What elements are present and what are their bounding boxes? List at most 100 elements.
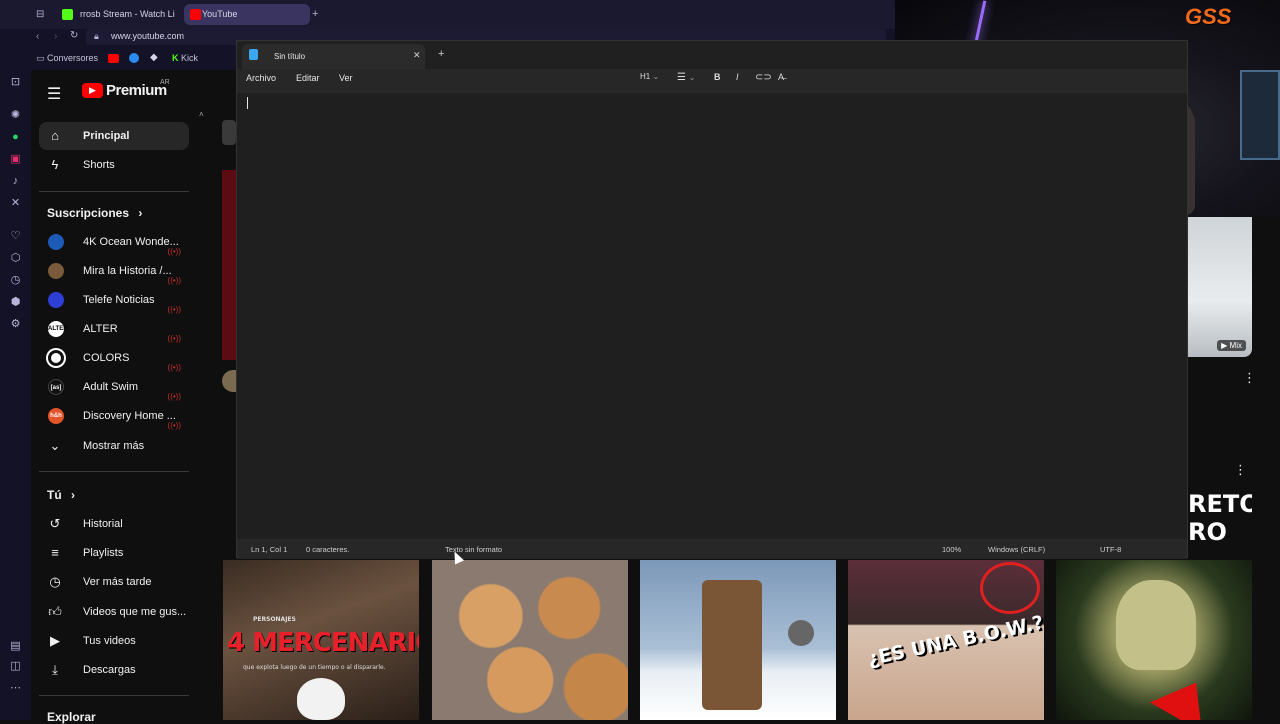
divider — [39, 471, 189, 472]
notepad-tab[interactable]: Sin título ✕ — [242, 44, 425, 69]
video-icon: ▶ — [50, 633, 60, 648]
forward-icon[interactable]: › — [54, 31, 57, 42]
youtube-logo-icon[interactable]: ▶ — [82, 83, 103, 98]
video-thumbnail[interactable] — [1056, 560, 1252, 720]
arrow-icon — [1150, 667, 1222, 720]
subscription-item[interactable]: ALTER ALTER ((•)) — [39, 315, 189, 343]
notepad-window: Sin título ✕ + Archivo Editar Ver H1 ⌄ ☰… — [236, 40, 1188, 559]
more-icon[interactable]: ⋯ — [9, 682, 22, 695]
italic-icon[interactable]: I — [736, 72, 739, 82]
youtube-premium-logo[interactable]: Premium — [106, 82, 167, 99]
menu-ver[interactable]: Ver — [339, 73, 353, 83]
region-code: AR — [160, 79, 170, 86]
divider — [39, 695, 189, 696]
show-more-button[interactable]: ⌄ Mostrar más — [39, 432, 189, 460]
reload-icon[interactable]: ↻ — [70, 30, 78, 41]
subscription-item[interactable]: Telefe Noticias ((•)) — [39, 286, 189, 314]
nav-liked-videos[interactable]: 👍︎ Videos que me gus... — [39, 598, 189, 626]
github-bookmark-icon[interactable]: ◆ — [150, 52, 158, 63]
you-header[interactable]: Tú › — [47, 488, 75, 502]
home-icon: ⌂ — [51, 128, 59, 143]
kick-favicon-icon — [62, 9, 73, 20]
skull-icon — [1116, 580, 1196, 670]
tab-youtube[interactable]: YouTube — [184, 4, 310, 25]
hamburger-menu-icon[interactable]: ☰ — [47, 84, 61, 104]
subscription-item[interactable]: Mira la Historia /... ((•)) — [39, 257, 189, 285]
tab-kick-stream[interactable]: rrosb Stream - Watch Li — [54, 4, 180, 25]
bookmark-kick[interactable]: K Kick — [172, 53, 198, 63]
status-line-ending[interactable]: Windows (CRLF) — [988, 545, 1045, 554]
shorts-icon: ϟ — [51, 157, 59, 172]
video-thumbnail[interactable] — [640, 560, 836, 720]
bookmark-conversores[interactable]: ▭ Conversores — [36, 53, 98, 64]
settings-icon[interactable]: ⚙ — [9, 318, 22, 331]
subscription-item[interactable]: [as] Adult Swim ((•)) — [39, 373, 189, 401]
more-options-icon[interactable]: ⋮ — [1243, 370, 1256, 386]
sidebar-toggle-icon[interactable]: ▤ — [9, 640, 22, 653]
notepad-statusbar: Ln 1, Col 1 0 caracteres. Texto sin form… — [237, 539, 1187, 559]
nav-principal[interactable]: ⌂ Principal — [39, 122, 189, 150]
nav-watch-later[interactable]: ◷ Ver más tarde — [39, 568, 189, 596]
bag-icon[interactable]: ⊡ — [9, 76, 22, 89]
menu-archivo[interactable]: Archivo — [246, 73, 276, 83]
bold-icon[interactable]: B — [714, 72, 721, 82]
chatgpt-icon[interactable]: ✺ — [9, 109, 22, 122]
channel-avatar: h&h — [48, 408, 64, 424]
x-icon[interactable]: ✕ — [9, 197, 22, 210]
link-icon[interactable]: ⊂⊃ — [755, 72, 772, 83]
video-thumbnail[interactable] — [432, 560, 628, 720]
bookmark-label: Kick — [181, 53, 199, 63]
play-icon: ▶ — [89, 85, 96, 95]
mace-ball — [788, 620, 814, 646]
status-zoom[interactable]: 100% — [942, 545, 961, 554]
notepad-editor[interactable] — [237, 93, 1187, 539]
status-encoding[interactable]: UTF-8 — [1100, 545, 1121, 554]
status-position[interactable]: Ln 1, Col 1 — [251, 545, 287, 554]
nav-historial[interactable]: ↺ Historial — [39, 510, 189, 538]
clock-icon[interactable]: ◷ — [9, 274, 22, 287]
youtube-bookmark-icon[interactable] — [108, 54, 119, 63]
history-icon: ↺ — [49, 516, 61, 531]
nav-label: Tus videos — [83, 635, 136, 647]
section-title: Tú — [47, 488, 62, 502]
tiktok-icon[interactable]: ♪ — [9, 175, 22, 188]
whatsapp-icon[interactable]: ● — [9, 131, 22, 144]
nav-label: Shorts — [83, 159, 115, 171]
nav-playlists[interactable]: ≡ Playlists — [39, 539, 189, 567]
video-thumbnail[interactable]: ¿ES UNA B.O.W.? — [848, 560, 1044, 720]
nav-downloads[interactable]: ⤓ Descargas — [39, 656, 189, 684]
instagram-icon[interactable]: ▣ — [9, 153, 22, 166]
more-options-icon[interactable]: ⋮ — [1234, 462, 1247, 478]
heart-icon[interactable]: ♡ — [9, 230, 22, 243]
clear-format-icon[interactable]: A̶ — [778, 72, 784, 82]
robot-figure — [702, 580, 762, 710]
subscription-item[interactable]: h&h Discovery Home ... ((•)) — [39, 402, 189, 430]
youtube-sidebar: ☰ ▶ Premium AR ˄ ⌂ Principal ϟ Shorts Su… — [31, 70, 216, 724]
thumbnail-title: ¿ES UNA B.O.W.? — [865, 611, 1044, 671]
new-tab-button[interactable]: + — [312, 8, 318, 20]
back-icon[interactable]: ‹ — [36, 31, 39, 42]
box-icon[interactable]: ⬢ — [9, 296, 22, 309]
chevron-down-icon: ⌄ — [652, 72, 660, 81]
subscription-item[interactable]: 4K Ocean Wonde... ((•)) — [39, 228, 189, 256]
extension-icon[interactable]: ◫ — [9, 660, 22, 673]
tab-overview-icon[interactable]: ⊟ — [36, 9, 44, 20]
list-dropdown[interactable]: ☰ ⌄ — [677, 72, 695, 83]
live-icon: ((•)) — [167, 392, 181, 401]
collapse-arrow-icon[interactable]: ˄ — [199, 110, 204, 119]
heading-dropdown[interactable]: H1 ⌄ — [640, 72, 659, 81]
menu-editar[interactable]: Editar — [296, 73, 320, 83]
chevron-down-icon: ⌄ — [49, 438, 61, 453]
cube-icon[interactable]: ⬡ — [9, 252, 22, 265]
nav-your-videos[interactable]: ▶ Tus videos — [39, 627, 189, 655]
thumbnail-title: RETO RO — [1188, 490, 1252, 546]
close-tab-icon[interactable]: ✕ — [413, 50, 421, 61]
new-tab-button[interactable]: + — [438, 48, 444, 60]
subscriptions-header[interactable]: Suscripciones › — [47, 206, 142, 220]
mix-thumbnail[interactable]: ▶ Mix — [1188, 217, 1252, 357]
canva-bookmark-icon[interactable] — [129, 53, 139, 63]
subscription-item[interactable]: COLORS ((•)) — [39, 344, 189, 372]
video-thumbnail[interactable]: PERSONAJES 4 MERCENARIOS que explota lue… — [223, 560, 419, 720]
live-icon: ((•)) — [167, 276, 181, 285]
nav-shorts[interactable]: ϟ Shorts — [39, 151, 189, 179]
